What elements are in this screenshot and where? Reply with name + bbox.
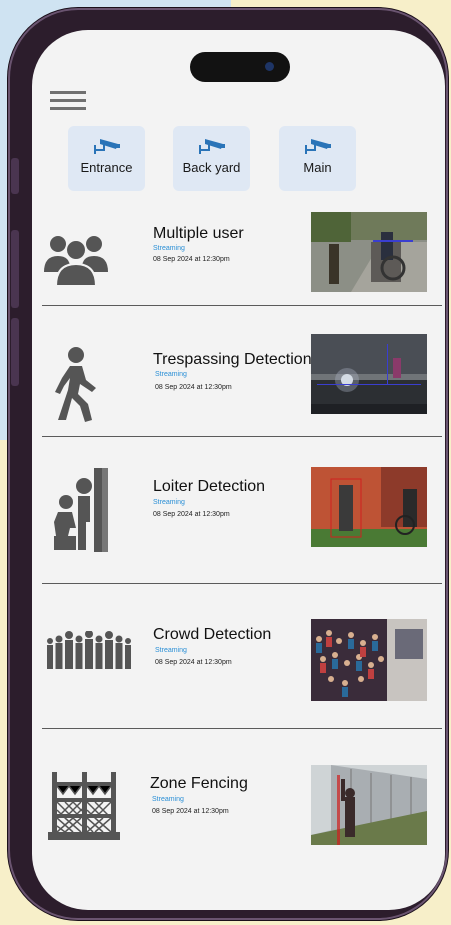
detection-timestamp: 08 Sep 2024 at 12:30pm <box>155 384 232 391</box>
hamburger-menu-icon[interactable] <box>50 91 86 113</box>
detection-timestamp: 08 Sep 2024 at 12:30pm <box>153 256 230 263</box>
camera-snapshot-thumbnail[interactable] <box>311 334 427 414</box>
phone-volume-down-button <box>11 318 19 386</box>
status-badge: Streaming <box>153 499 185 506</box>
detection-title: Loiter Detection <box>153 478 266 495</box>
camera-tab-main[interactable]: Main <box>279 126 356 191</box>
detection-item-zone-fencing[interactable]: Zone Fencing Streaming 08 Sep 2024 at 12… <box>32 728 445 878</box>
detection-timestamp: 08 Sep 2024 at 12:30pm <box>152 808 229 815</box>
walking-person-icon <box>55 347 96 422</box>
camera-snapshot-thumbnail[interactable] <box>311 467 427 547</box>
detection-title: Crowd Detection <box>153 626 272 643</box>
dynamic-island <box>190 52 290 82</box>
camera-tab-entrance[interactable]: Entrance <box>68 126 145 191</box>
camera-snapshot-thumbnail[interactable] <box>311 619 427 701</box>
status-badge: Streaming <box>153 245 185 252</box>
camera-snapshot-thumbnail[interactable] <box>311 765 427 845</box>
fence-icon <box>48 772 120 840</box>
camera-snapshot-thumbnail[interactable] <box>311 212 427 292</box>
detection-item-loiter[interactable]: Loiter Detection Streaming 08 Sep 2024 a… <box>32 436 445 584</box>
app-screen: Entrance Back yard Main Multiple user St… <box>32 30 445 910</box>
detection-title: Zone Fencing <box>150 775 248 792</box>
detection-title: Trespassing Detection <box>153 351 312 368</box>
camera-tab-label: Entrance <box>80 160 133 175</box>
list-divider <box>42 305 442 306</box>
cctv-camera-icon <box>93 139 120 154</box>
status-badge: Streaming <box>152 796 184 803</box>
camera-tab-label: Back yard <box>182 160 241 175</box>
loitering-person-icon <box>54 468 108 552</box>
cctv-camera-icon <box>304 139 331 154</box>
camera-tab-label: Main <box>303 160 332 175</box>
phone-volume-up-button <box>11 230 19 308</box>
crowd-icon <box>47 631 131 669</box>
detection-title: Multiple user <box>153 225 244 242</box>
detection-timestamp: 08 Sep 2024 at 12:30pm <box>153 511 230 518</box>
status-badge: Streaming <box>155 371 187 378</box>
phone-side-button <box>11 158 19 194</box>
detection-item-crowd[interactable]: Crowd Detection Streaming 08 Sep 2024 at… <box>32 583 445 729</box>
camera-tab-back-yard[interactable]: Back yard <box>173 126 250 191</box>
detection-timestamp: 08 Sep 2024 at 12:30pm <box>155 659 232 666</box>
group-users-icon <box>44 236 108 286</box>
status-badge: Streaming <box>155 647 187 654</box>
cctv-camera-icon <box>198 139 225 154</box>
phone-frame: Entrance Back yard Main Multiple user St… <box>8 8 448 920</box>
detection-item-trespassing[interactable]: Trespassing Detection Streaming 08 Sep 2… <box>32 312 445 436</box>
detection-item-multiple-user[interactable]: Multiple user Streaming 08 Sep 2024 at 1… <box>32 208 445 312</box>
